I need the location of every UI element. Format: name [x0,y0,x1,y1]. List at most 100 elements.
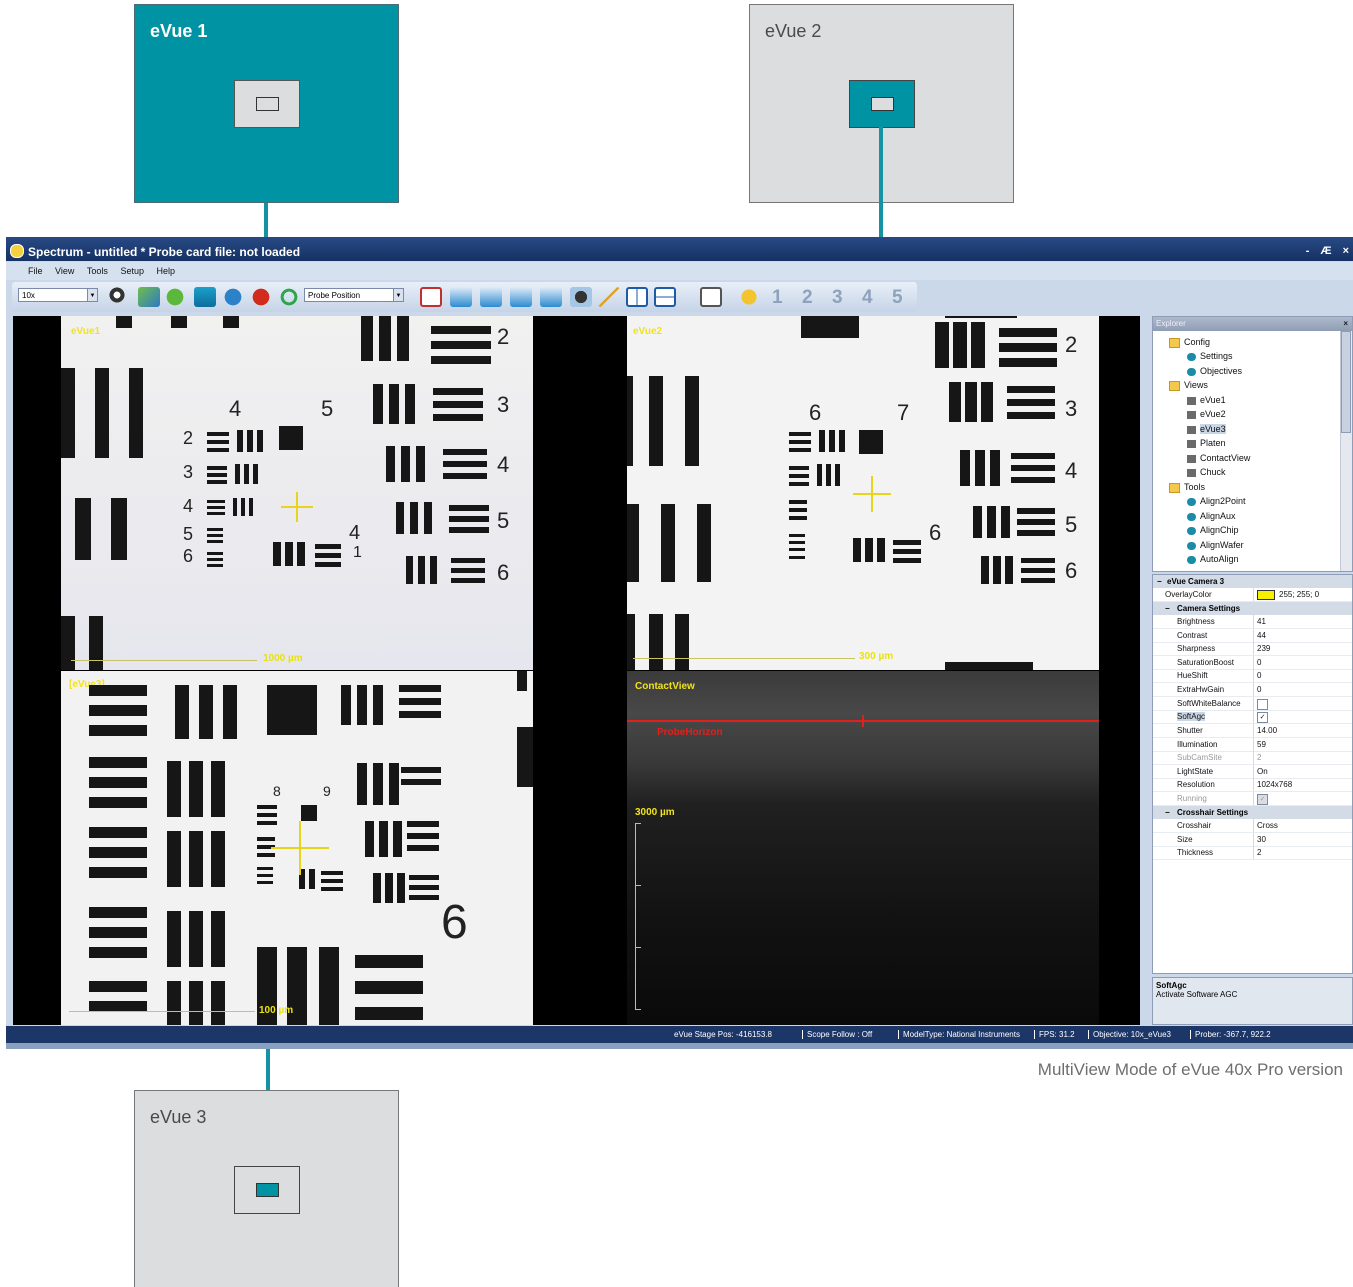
refresh-icon[interactable] [278,287,300,307]
evue2-view[interactable]: eVue2 2 3 4 5 6 6 7 6 300 µm [627,316,1099,670]
tree-item-config[interactable]: Config [1169,337,1210,348]
tree-item-views[interactable]: Views [1169,380,1208,391]
auto-align-icon[interactable] [222,287,244,307]
color-frame-icon[interactable] [700,287,722,307]
tree-item-contactview[interactable]: ContactView [1187,453,1250,463]
chevron-down-icon: ▼ [393,289,403,301]
camera-view-icon[interactable] [450,287,472,307]
tree-item-evue3[interactable]: eVue3 [1187,424,1226,434]
property-row-extrahwgain[interactable]: ExtraHwGain 0 [1153,683,1352,697]
property-row-shutter[interactable]: Shutter 14.00 [1153,724,1352,738]
property-row-thickness[interactable]: Thickness 2 [1153,846,1352,860]
property-row-crosshair[interactable]: Crosshair Cross [1153,819,1352,833]
target-bar [397,316,409,361]
close-icon[interactable]: × [1343,317,1348,331]
property-row-lightstate[interactable]: LightState On [1153,765,1352,779]
tree-item-chuck[interactable]: Chuck [1187,467,1226,477]
lamp-icon[interactable] [106,287,128,307]
property-row-hueshift[interactable]: HueShift 0 [1153,669,1352,683]
split-vertical-icon[interactable] [626,287,648,307]
evue3-view[interactable]: [eVue3] 8 9 6 100 µm [61,671,533,1025]
tree-item-objectives[interactable]: Objectives [1187,366,1242,376]
target-bar [1017,508,1055,514]
restore-button[interactable]: Æ [1321,245,1332,257]
tree-item-platen[interactable]: Platen [1187,438,1226,448]
target-bar [401,446,410,482]
menu-file[interactable]: File [28,266,43,276]
checkbox-checked[interactable]: ✓ [1257,712,1268,723]
target-bar [819,430,825,452]
close-button[interactable]: × [1343,245,1349,257]
measure-icon[interactable] [598,287,620,307]
tree-item-evue2[interactable]: eVue2 [1187,409,1226,419]
probe-position-select[interactable]: Probe Position ▼ [304,288,404,302]
preset-5-button[interactable]: 5 [892,287,903,309]
preset-2-button[interactable]: 2 [802,287,813,309]
preset-3-button[interactable]: 3 [832,287,843,309]
contact-view[interactable]: ContactView ProbeHorizon 3000 µm [627,671,1099,1025]
spectrum-app-window: Spectrum - untitled * Probe card file: n… [6,237,1353,1049]
ball-icon [1187,497,1196,506]
property-row-saturationboost[interactable]: SaturationBoost 0 [1153,656,1352,670]
snapshot-icon[interactable] [570,287,592,307]
target-number: 9 [323,783,331,799]
property-row-illumination[interactable]: Illumination 59 [1153,738,1352,752]
property-row-size[interactable]: Size 30 [1153,833,1352,847]
property-row-resolution[interactable]: Resolution 1024x768 [1153,778,1352,792]
target-bar [627,614,635,670]
property-row-brightness[interactable]: Brightness 41 [1153,615,1352,629]
target-bar [207,558,223,561]
property-row-softagc[interactable]: SoftAgc ✓ [1153,710,1352,724]
tree-item-align2point[interactable]: Align2Point [1187,496,1246,506]
stop-icon[interactable] [250,287,272,307]
evue3-view-icon[interactable] [540,287,562,307]
tree-item-tools[interactable]: Tools [1169,482,1205,493]
home-gear-icon[interactable] [138,287,160,307]
minimize-button[interactable]: - [1306,245,1310,257]
probe-horizon-marker [862,715,864,727]
target-bar [1021,558,1055,563]
menu-setup[interactable]: Setup [120,266,144,276]
target-bar [433,414,483,421]
tree-item-alignchip[interactable]: AlignChip [1187,525,1239,535]
preset-4-button[interactable]: 4 [862,287,873,309]
preset-1-button[interactable]: 1 [772,287,783,309]
target-bar [273,542,281,566]
menu-view[interactable]: View [55,266,74,276]
explorer-title: Explorer [1156,319,1186,328]
tree-item-evue1[interactable]: eVue1 [1187,395,1226,405]
target-bar [431,326,491,334]
split-horizontal-icon[interactable] [654,287,676,307]
tree-item-label: Tools [1184,482,1206,492]
evue1-view[interactable]: eVue1 2 3 4 5 6 4 5 2 3 4 5 6 4 1 1000 µ… [61,316,533,670]
property-row-overlaycolor[interactable]: OverlayColor 255; 255; 0 [1153,588,1352,602]
gold-disc-icon[interactable] [738,287,760,307]
tree-item-autoalign[interactable]: AutoAlign [1187,554,1239,564]
home-icon[interactable] [194,287,216,307]
property-row-softwhitebalance[interactable]: SoftWhiteBalance [1153,697,1352,711]
target-bar [385,873,393,903]
target-bar [449,527,489,533]
explorer-scroll-thumb[interactable] [1341,331,1351,433]
property-row-contrast[interactable]: Contrast 44 [1153,629,1352,643]
objective-select[interactable]: 10x ▼ [18,288,98,302]
menu-tools[interactable]: Tools [87,266,108,276]
target-bar [789,500,807,504]
target-bar [95,368,109,458]
tree-item-alignaux[interactable]: AlignAux [1187,511,1236,521]
tree-item-settings[interactable]: Settings [1187,351,1233,361]
tree-item-alignwafer[interactable]: AlignWafer [1187,540,1244,550]
menu-help[interactable]: Help [156,266,175,276]
status-stage-pos: eVue Stage Pos: -416153.8 [674,1030,772,1039]
property-row-sharpness[interactable]: Sharpness 239 [1153,642,1352,656]
evue2-view-icon[interactable] [510,287,532,307]
target-bar [649,376,663,466]
layout-multiview-icon[interactable] [420,287,442,307]
evue1-view-icon[interactable] [480,287,502,307]
target-bar [309,869,315,889]
property-checkbox[interactable]: ✓ [1257,712,1268,723]
target-bar [315,553,341,558]
checkbox-unchecked[interactable] [1257,699,1268,710]
tree-item-label: AutoAlign [1200,554,1239,564]
step-two-icon[interactable] [164,287,186,307]
